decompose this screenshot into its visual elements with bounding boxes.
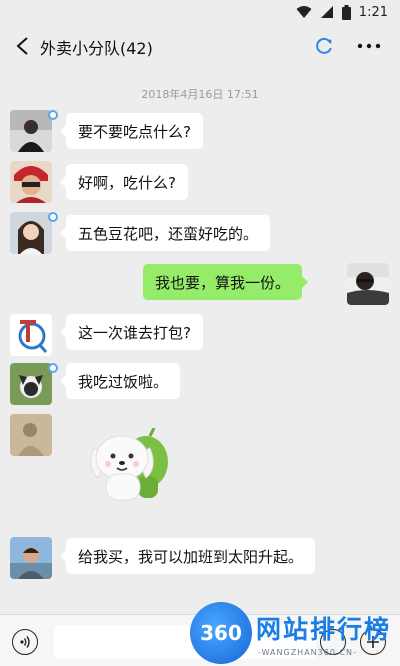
message-bubble-sent[interactable]: 我也要，算我一份。 [143, 264, 309, 300]
avatar[interactable] [10, 537, 52, 579]
chevron-left-icon[interactable] [14, 36, 32, 56]
signal-icon [320, 6, 333, 18]
battery-icon [341, 4, 351, 20]
message-bubble[interactable]: 我吃过饭啦。 [59, 363, 181, 399]
wifi-icon [296, 6, 312, 18]
member-badge [48, 110, 58, 120]
message-bubble[interactable]: 要不要吃点什么? [60, 113, 203, 149]
voice-icon[interactable] [12, 629, 38, 655]
avatar[interactable] [10, 161, 52, 203]
message-bubble[interactable]: 这一次谁去打包? [60, 314, 203, 350]
chat-title: 外卖小分队(42) [40, 39, 153, 58]
status-time: 1:21 [358, 4, 388, 20]
member-badge [48, 212, 58, 222]
sticker-image[interactable] [84, 427, 178, 504]
message-bubble[interactable]: 五色豆花吧，还蛮好吃的。 [59, 215, 271, 251]
chat-header: 外卖小分队(42) [0, 24, 400, 68]
message-bubble[interactable]: 好啊，吃什么? [60, 164, 188, 200]
message-input[interactable] [54, 625, 316, 659]
member-badge [48, 363, 58, 373]
avatar[interactable] [347, 263, 389, 305]
more-icon[interactable] [356, 36, 382, 56]
avatar[interactable] [10, 212, 52, 254]
message-bubble[interactable]: 给我买，我可以加班到太阳升起。 [59, 538, 316, 574]
message-timestamp: 2018年4月16日 17:51 [141, 88, 259, 101]
refresh-icon[interactable] [314, 36, 334, 56]
avatar[interactable] [10, 314, 52, 356]
input-bar [0, 614, 400, 666]
avatar[interactable] [10, 363, 52, 405]
avatar[interactable] [10, 110, 52, 152]
plus-icon[interactable] [360, 629, 386, 655]
avatar[interactable] [10, 414, 52, 456]
status-bar: 1:21 [0, 0, 400, 24]
emoji-icon[interactable] [320, 629, 346, 655]
